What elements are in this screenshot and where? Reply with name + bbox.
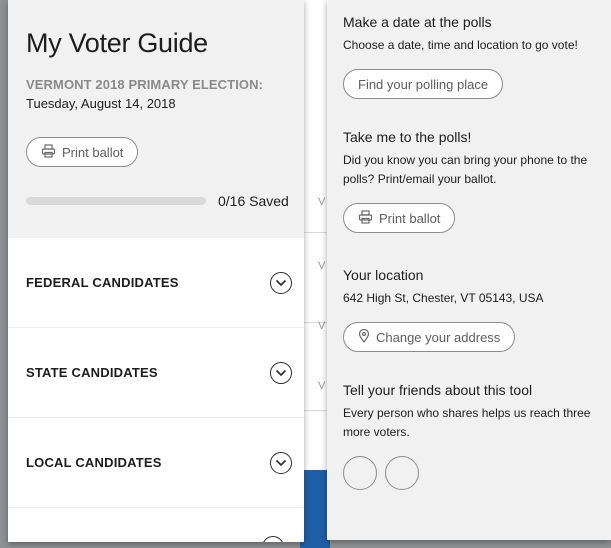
background-page: V V V V [300, 0, 330, 548]
progress-bar [26, 197, 206, 205]
print-ballot-label: Print ballot [62, 144, 124, 160]
print-ballot-label: Print ballot [379, 210, 441, 226]
chevron-down-icon[interactable] [262, 536, 284, 542]
section-label: STATE CANDIDATES [26, 365, 158, 380]
take-me-heading: Take me to the polls! [343, 129, 472, 145]
section-federal-candidates[interactable]: FEDERAL CANDIDATES [8, 238, 304, 328]
share-twitter-icon[interactable] [385, 456, 419, 490]
share-heading: Tell your friends about this tool [343, 382, 533, 398]
chevron-down-icon[interactable] [270, 361, 292, 384]
take-me-block: Take me to the polls! Did you know you c… [343, 129, 611, 233]
make-a-date-text: Choose a date, time and location to go v… [343, 38, 578, 52]
polls-panel: Make a date at the polls Choose a date, … [327, 0, 611, 540]
section-state-candidates[interactable]: STATE CANDIDATES [8, 328, 304, 418]
find-polling-place-button[interactable]: Find your polling place [343, 69, 504, 99]
election-date: Tuesday, August 14, 2018 [26, 96, 176, 111]
print-ballot-button[interactable]: Print ballot [343, 203, 456, 233]
share-facebook-icon[interactable] [343, 456, 377, 490]
printer-icon [41, 143, 56, 161]
share-text: Every person who shares helps us reach t… [343, 406, 591, 439]
guide-header: My Voter Guide VERMONT 2018 PRIMARY ELEC… [8, 0, 304, 238]
make-a-date-heading: Make a date at the polls [343, 14, 492, 30]
chevron-down-icon[interactable] [270, 271, 292, 294]
section-label: FEDERAL CANDIDATES [26, 275, 179, 290]
page-title: My Voter Guide [26, 28, 208, 58]
change-address-button[interactable]: Change your address [343, 322, 516, 352]
section-label: LOCAL CANDIDATES [26, 455, 162, 470]
location-heading: Your location [343, 267, 424, 283]
print-ballot-button[interactable]: Print ballot [26, 137, 139, 167]
find-polling-place-label: Find your polling place [358, 76, 489, 92]
map-pin-icon [358, 328, 370, 346]
section-local-candidates[interactable]: LOCAL CANDIDATES [8, 418, 304, 508]
location-block: Your location 642 High St, Chester, VT 0… [343, 267, 611, 352]
change-address-label: Change your address [376, 329, 501, 345]
background-accent-block [300, 470, 330, 548]
take-me-text: Did you know you can bring your phone to… [343, 153, 588, 186]
voter-guide-panel: My Voter Guide VERMONT 2018 PRIMARY ELEC… [8, 0, 304, 542]
share-block: Tell your friends about this tool Every … [343, 382, 611, 490]
save-progress: 0/16 Saved [26, 193, 296, 209]
saved-count: 0/16 Saved [218, 193, 289, 209]
social-share-row [343, 456, 611, 490]
chevron-down-icon[interactable] [270, 451, 292, 474]
make-a-date-block: Make a date at the polls Choose a date, … [343, 14, 611, 99]
printer-icon [358, 209, 373, 227]
election-name: VERMONT 2018 PRIMARY ELECTION: [26, 77, 264, 92]
location-address: 642 High St, Chester, VT 05143, USA [343, 291, 544, 305]
